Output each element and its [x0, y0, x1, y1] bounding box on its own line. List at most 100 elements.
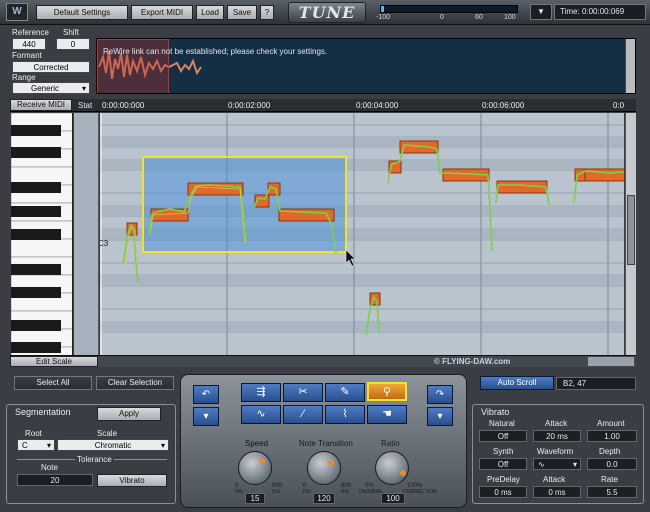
timeline-label-cutoff: 0:0 [613, 101, 625, 110]
nt-unit-min: ms [303, 489, 311, 495]
piano-keyboard[interactable] [11, 113, 73, 355]
predelay-field[interactable]: 0 ms [479, 486, 527, 498]
speed-knob[interactable] [238, 451, 272, 485]
load-button[interactable]: Load [196, 5, 224, 20]
undo-icon: ↶ [201, 389, 211, 400]
redo-menu-button[interactable]: ▾ [427, 407, 453, 426]
cut-tool[interactable]: ✂ [283, 383, 323, 402]
reference-label: Reference [12, 28, 49, 37]
time-value: 0:00:00:069 [581, 7, 625, 16]
line-draw-tool[interactable]: ⁄ [283, 405, 323, 424]
speed-unit-min: ms [235, 489, 243, 495]
ratio-value[interactable]: 100 [381, 493, 405, 504]
graph-hscroll-arrows[interactable] [588, 357, 634, 366]
clear-selection-button[interactable]: Clear Selection [96, 376, 174, 390]
amount-label: Amount [597, 419, 625, 428]
ratio-knob[interactable] [375, 451, 409, 485]
curve-icon: ∿ [256, 408, 266, 420]
depth-field[interactable]: 0.0 [587, 458, 637, 470]
graph-vscroll-thumb[interactable] [627, 195, 635, 265]
synth-toggle[interactable]: Off [479, 458, 527, 470]
note-transition-value[interactable]: 120 [313, 493, 335, 504]
shift-label: Shift [63, 28, 80, 37]
waveform-dropdown[interactable]: ∿ ▾ [533, 458, 581, 470]
note-tolerance-field[interactable]: 20 [17, 474, 93, 486]
export-midi-button[interactable]: Export MIDI [131, 5, 193, 20]
note-label: Note [41, 463, 58, 472]
stat-label: Stat [78, 101, 93, 110]
draw-line-tool[interactable]: ⇶ [241, 383, 281, 402]
waveform-scrollbar[interactable] [625, 39, 635, 93]
menu-dropdown-button[interactable]: ▼ [530, 4, 552, 20]
ratio-max-note: CORRECTION [403, 489, 437, 495]
chevron-down-icon: ▾ [437, 411, 443, 422]
rate-field[interactable]: 5.5 [587, 486, 637, 498]
range-label: Range [12, 73, 36, 82]
pitch-graph[interactable]: C3 © FLYING-DAW.com [100, 113, 624, 355]
graph-vertical-scrollbar[interactable] [625, 113, 636, 355]
undo-menu-button[interactable]: ▾ [193, 407, 219, 426]
reference-field[interactable]: 440 [12, 38, 46, 50]
ratio-knob-indicator [400, 470, 406, 476]
receive-midi-button[interactable]: Receive MIDI [10, 99, 72, 111]
note-marker-label: C3 [100, 239, 109, 248]
amount-field[interactable]: 1.00 [587, 430, 637, 442]
top-toolbar: W Default Settings Export MIDI Load Save… [0, 0, 650, 25]
graph-bottom-bar: Edit Scale © FLYING-DAW.com [10, 355, 636, 367]
hand-tool[interactable]: ☚ [367, 405, 407, 424]
watermark-footer: © FLYING-DAW.com [434, 357, 511, 366]
note-transition-label: Note Transition [299, 439, 353, 448]
natural-toggle[interactable]: Off [479, 430, 527, 442]
time-label: Time: [560, 7, 580, 16]
rate-label: Rate [601, 475, 618, 484]
attack-field[interactable]: 20 ms [533, 430, 581, 442]
undo-button[interactable]: ↶ [193, 385, 219, 404]
formant-label: Formant [12, 51, 42, 60]
app-title: TUNE [288, 2, 366, 23]
range-dropdown[interactable]: Generic ▾ [12, 82, 90, 94]
zoom-tool[interactable]: ⚲ [367, 382, 407, 401]
vibrato-tolerance-button[interactable]: Vibrato [97, 474, 167, 487]
timeline-label-3: 0:00:06:000 [482, 101, 525, 110]
auto-scroll-button[interactable]: Auto Scroll [480, 376, 554, 390]
redo-button[interactable]: ↷ [427, 385, 453, 404]
formant-field[interactable]: Corrected [12, 61, 90, 73]
chevron-down-icon: ▾ [46, 441, 51, 450]
stat-column [74, 113, 99, 355]
segment-tool[interactable]: ⌇ [325, 405, 365, 424]
vibrato-title: Vibrato [481, 407, 510, 417]
default-settings-button[interactable]: Default Settings [36, 5, 128, 20]
chevron-down-icon: ▾ [203, 411, 209, 422]
root-label: Root [25, 429, 42, 438]
curve-tool[interactable]: ∿ [241, 405, 281, 424]
apply-button[interactable]: Apply [97, 407, 161, 421]
root-dropdown[interactable]: C ▾ [17, 439, 55, 451]
waveform-overview[interactable]: ReWire link can not be established; plea… [96, 38, 636, 94]
select-all-button[interactable]: Select All [14, 376, 92, 390]
segment-icon: ⌇ [342, 408, 348, 420]
speed-value[interactable]: 15 [245, 493, 265, 504]
timeline-label-2: 0:00:04:000 [356, 101, 399, 110]
tolerance-label: Tolerance [75, 455, 114, 464]
ratio-min-note: ORIGINAL [359, 489, 383, 495]
attack2-field[interactable]: 0 ms [533, 486, 581, 498]
speed-unit-max: ms [272, 489, 280, 495]
range-value: Generic [31, 84, 60, 93]
speed-label: Speed [245, 439, 269, 448]
attack2-label: Attack [543, 475, 566, 484]
root-value: C [22, 441, 28, 450]
note-transition-knob[interactable] [307, 451, 341, 485]
redo-icon: ↷ [435, 389, 445, 400]
slash-icon: ⁄ [302, 408, 304, 420]
correction-tools-panel: ⇶ ✂ ✎ ⚲ ∿ ⁄ ⌇ ☚ ↶ ▾ ↷ ▾ Speed 0 800 ms m… [180, 374, 467, 508]
pencil-tool[interactable]: ✎ [325, 383, 365, 402]
scale-dropdown[interactable]: Chromatic ▾ [57, 439, 169, 451]
save-button[interactable]: Save [227, 5, 257, 20]
shift-field[interactable]: 0 [56, 38, 90, 50]
help-button[interactable]: ? [260, 5, 274, 20]
waves-logo: W [6, 3, 28, 21]
meter-tick-2: 60 [475, 14, 483, 21]
meter-tick-3: 100 [504, 14, 516, 21]
pencil-icon: ✎ [340, 386, 350, 398]
edit-scale-button[interactable]: Edit Scale [10, 356, 98, 367]
